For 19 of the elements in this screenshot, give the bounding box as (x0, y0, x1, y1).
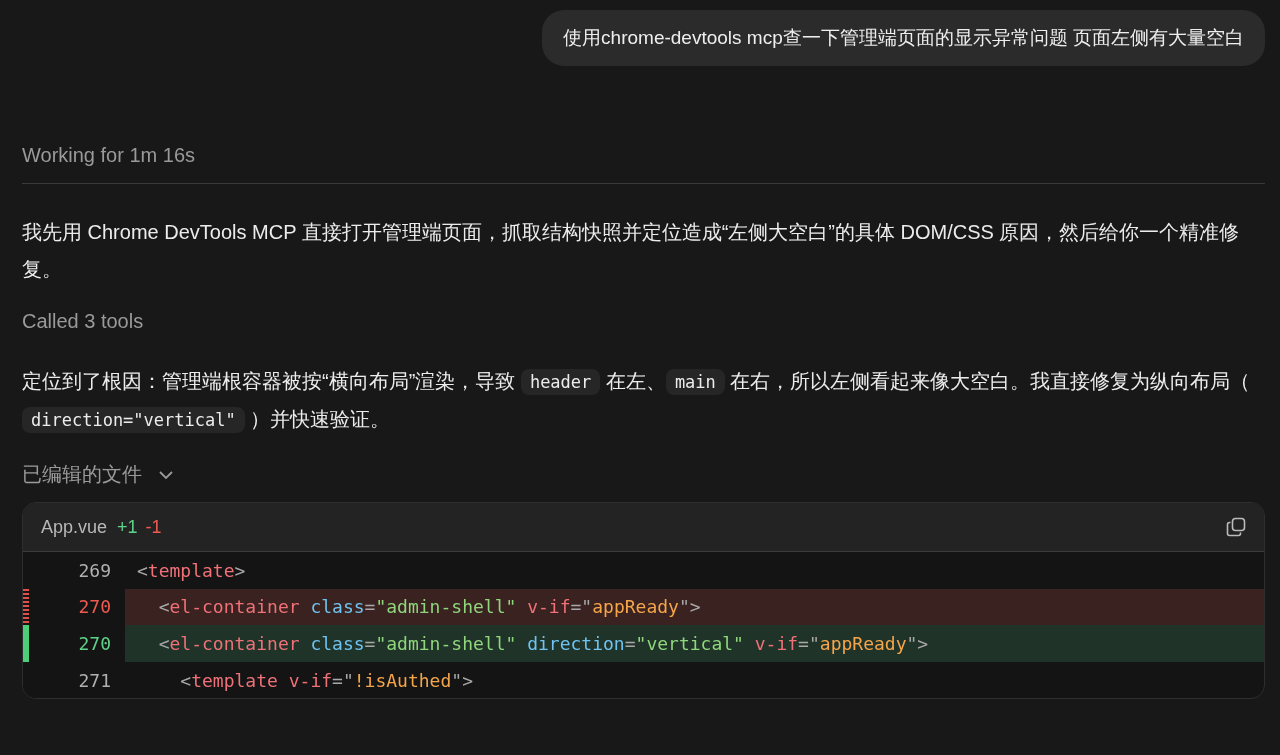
line-number: 270 (78, 633, 111, 654)
user-message: 使用chrome-devtools mcp查一下管理端页面的显示异常问题 页面左侧有大量空白 (542, 10, 1265, 66)
working-status: Working for 1m 16s (22, 144, 1265, 184)
chevron-down-icon[interactable] (158, 469, 174, 480)
code-line: <template> (136, 559, 246, 581)
removed-count: -1 (145, 516, 162, 538)
line-number: 271 (78, 669, 111, 691)
code-line: <el-container class="admin-shell" direction="vertical" v-if="appReady"> (157, 633, 929, 654)
assistant-paragraph: 我先用 Chrome DevTools MCP 直接打开管理端页面，抓取结构快照并定位造成“左侧大空白”的具体 DOM/CSS 原因，然后给你一个精准修复。 (22, 220, 1241, 282)
file-name[interactable]: App.vue (41, 516, 108, 538)
code-line: <template v-if="!isAuthed"> (179, 669, 473, 691)
edited-files-label: 已编辑的文件 (22, 462, 142, 487)
line-number: 270 (78, 596, 111, 618)
code-line: <el-container class="admin-shell" v-if="appReady"> (157, 596, 701, 618)
copy-icon[interactable] (1226, 517, 1246, 537)
line-number: 269 (78, 559, 111, 581)
assistant-paragraph: 定位到了根因：管理端根容器被按“横向布局”渲染，导致 header 在左、 main 在右，所以左侧看起来像大空白。我直接修复为纵向布局（ direction="vertical" ）并快速验证。 (22, 363, 1265, 439)
added-count: +1 (117, 516, 138, 538)
tool-calls-label[interactable]: Called 3 tools (22, 310, 144, 333)
